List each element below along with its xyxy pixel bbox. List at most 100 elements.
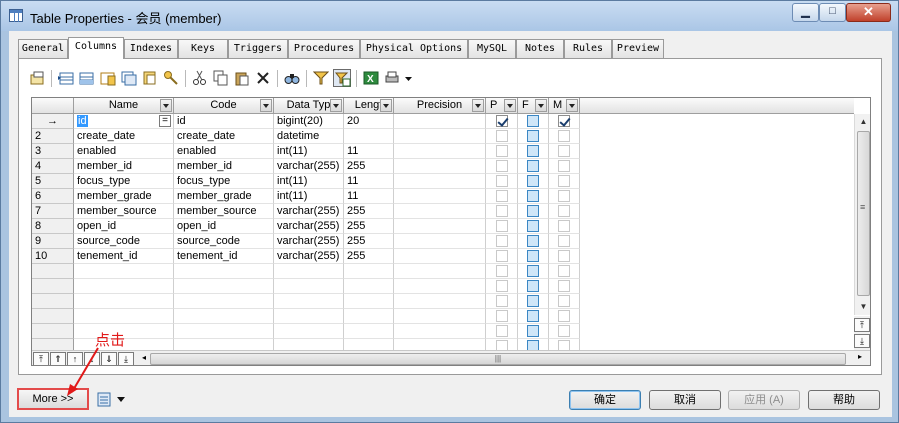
filter-toggle-icon[interactable] xyxy=(333,69,351,87)
cell-code[interactable]: focus_type xyxy=(174,174,274,189)
insert-row-icon[interactable] xyxy=(57,69,75,87)
add-row-icon[interactable] xyxy=(78,69,96,87)
row-number[interactable]: 2 xyxy=(32,129,74,144)
maximize-button[interactable]: □ xyxy=(819,3,846,22)
scroll-right-icon[interactable]: ▸ xyxy=(858,352,862,361)
chevron-down-icon[interactable] xyxy=(160,99,172,112)
cell-code[interactable]: tenement_id xyxy=(174,249,274,264)
scroll-bottom-icon[interactable]: ⤓ xyxy=(854,334,870,348)
checkbox-p[interactable] xyxy=(496,235,508,247)
cell-name[interactable]: id = xyxy=(74,114,174,129)
cell-name[interactable]: member_id xyxy=(74,159,174,174)
column-header-mandatory[interactable]: M xyxy=(549,98,580,114)
row-number[interactable]: 4 xyxy=(32,159,74,174)
tab-physical-options[interactable]: Physical Options xyxy=(360,39,468,58)
checkbox-p[interactable] xyxy=(496,190,508,202)
cell-type[interactable]: bigint(20) xyxy=(274,114,344,129)
checkbox-m[interactable] xyxy=(558,220,570,232)
cell-precision[interactable] xyxy=(394,114,486,129)
checkbox-m[interactable] xyxy=(558,130,570,142)
tab-mysql[interactable]: MySQL xyxy=(468,39,516,58)
checkbox-m[interactable] xyxy=(558,235,570,247)
cell-precision[interactable] xyxy=(394,189,486,204)
minimize-button[interactable]: ▁ xyxy=(792,3,819,22)
cell-precision[interactable] xyxy=(394,234,486,249)
cell-type[interactable] xyxy=(274,279,344,294)
checkbox-p[interactable] xyxy=(496,250,508,262)
checkbox-f[interactable] xyxy=(527,145,539,157)
excel-export-icon[interactable]: X xyxy=(362,69,380,87)
checkbox-f[interactable] xyxy=(527,130,539,142)
checkbox-f[interactable] xyxy=(527,310,539,322)
chevron-down-icon[interactable] xyxy=(260,99,272,112)
properties-icon[interactable] xyxy=(29,69,47,87)
cell-code[interactable]: enabled xyxy=(174,144,274,159)
checkbox-p[interactable] xyxy=(496,205,508,217)
cell-name[interactable]: open_id xyxy=(74,219,174,234)
row-number[interactable]: 9 xyxy=(32,234,74,249)
checkbox-m[interactable] xyxy=(558,310,570,322)
cell-name[interactable]: create_date xyxy=(74,129,174,144)
scroll-thumb[interactable] xyxy=(857,131,870,296)
row-number[interactable]: 10 xyxy=(32,249,74,264)
checkbox-f[interactable] xyxy=(527,205,539,217)
cell-length[interactable]: 255 xyxy=(344,159,394,174)
cell-type[interactable]: varchar(255) xyxy=(274,249,344,264)
checkbox-f[interactable] xyxy=(527,175,539,187)
cell-code[interactable] xyxy=(174,279,274,294)
cell-code[interactable]: open_id xyxy=(174,219,274,234)
cell-length[interactable] xyxy=(344,324,394,339)
row-number[interactable] xyxy=(32,324,74,339)
cell-name[interactable] xyxy=(74,294,174,309)
cell-code[interactable] xyxy=(174,309,274,324)
column-header-code[interactable]: Code xyxy=(174,98,274,114)
add-columns-icon[interactable] xyxy=(99,69,117,87)
cell-type[interactable]: int(11) xyxy=(274,189,344,204)
cell-precision[interactable] xyxy=(394,309,486,324)
cell-type[interactable]: datetime xyxy=(274,129,344,144)
checkbox-f[interactable] xyxy=(527,235,539,247)
checkbox-f[interactable] xyxy=(527,265,539,277)
cell-type[interactable] xyxy=(274,309,344,324)
cell-type[interactable]: int(11) xyxy=(274,144,344,159)
checkbox-p[interactable] xyxy=(496,145,508,157)
cell-precision[interactable] xyxy=(394,219,486,234)
cell-precision[interactable] xyxy=(394,249,486,264)
cell-type[interactable] xyxy=(274,324,344,339)
cell-length[interactable]: 20 xyxy=(344,114,394,129)
cell-code[interactable] xyxy=(174,324,274,339)
find-icon[interactable] xyxy=(283,69,301,87)
tab-keys[interactable]: Keys xyxy=(178,39,228,58)
row-number[interactable]: → xyxy=(32,114,74,129)
ok-button[interactable]: 确定 xyxy=(569,390,641,410)
delete-icon[interactable] xyxy=(254,69,272,87)
cell-name[interactable] xyxy=(74,279,174,294)
checkbox-f[interactable] xyxy=(527,325,539,337)
tab-columns[interactable]: Columns xyxy=(68,37,124,59)
cell-type[interactable]: varchar(255) xyxy=(274,159,344,174)
checkbox-p[interactable] xyxy=(496,130,508,142)
checkbox-f[interactable] xyxy=(527,295,539,307)
cell-precision[interactable] xyxy=(394,279,486,294)
checkbox-m[interactable] xyxy=(558,280,570,292)
scroll-down-icon[interactable]: ▼ xyxy=(855,299,870,315)
copy-icon[interactable] xyxy=(212,69,230,87)
column-header-foreign[interactable]: F xyxy=(518,98,549,114)
cell-type[interactable]: varchar(255) xyxy=(274,219,344,234)
help-button[interactable]: 帮助 xyxy=(808,390,880,410)
cell-code[interactable]: member_grade xyxy=(174,189,274,204)
checkbox-m[interactable] xyxy=(558,325,570,337)
cell-length[interactable]: 11 xyxy=(344,144,394,159)
cell-name[interactable] xyxy=(74,264,174,279)
checkbox-f[interactable] xyxy=(527,160,539,172)
cell-type[interactable]: varchar(255) xyxy=(274,234,344,249)
checkbox-p[interactable] xyxy=(496,280,508,292)
tab-rules[interactable]: Rules xyxy=(564,39,612,58)
checkbox-f[interactable] xyxy=(527,190,539,202)
column-header-name[interactable]: Name xyxy=(74,98,174,114)
checkbox-m[interactable] xyxy=(558,250,570,262)
row-number[interactable] xyxy=(32,294,74,309)
cell-length[interactable]: 255 xyxy=(344,219,394,234)
cell-precision[interactable] xyxy=(394,159,486,174)
cell-length[interactable]: 255 xyxy=(344,204,394,219)
